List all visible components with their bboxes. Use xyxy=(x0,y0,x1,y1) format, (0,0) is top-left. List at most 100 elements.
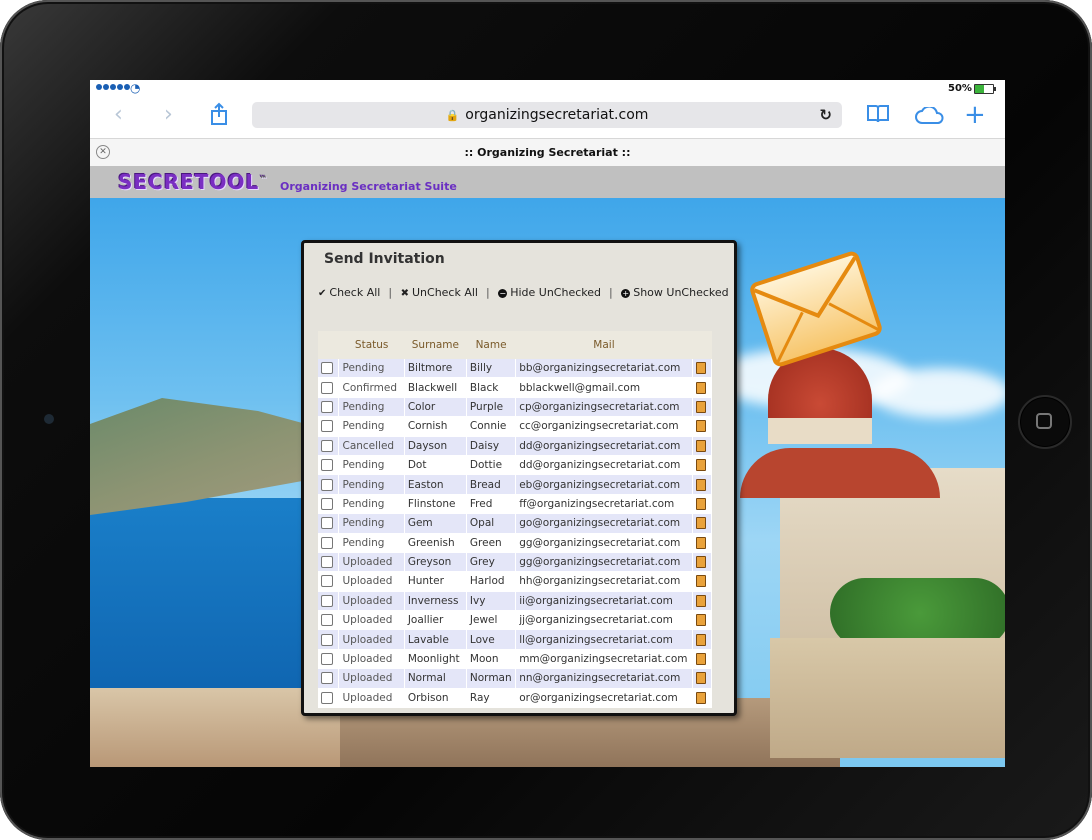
camera-icon xyxy=(44,414,54,424)
url-text: organizingsecretariat.com xyxy=(465,107,649,123)
tab-title[interactable]: :: Organizing Secretariat :: xyxy=(90,146,1005,159)
edit-icon[interactable] xyxy=(695,691,706,704)
edit-icon[interactable] xyxy=(695,478,706,491)
table-row[interactable]: Pending Dot Dottie dd@organizingsecretariat… xyxy=(318,455,712,476)
table-row[interactable]: Pending Easton Bread eb@organizingsecretari… xyxy=(318,474,712,495)
table-row[interactable]: Uploaded Greyson Grey gg@organizingsecretar… xyxy=(318,552,712,573)
row-surname: Flinstone xyxy=(404,494,467,515)
toolbar-separator: | xyxy=(485,286,490,299)
row-checkbox[interactable] xyxy=(321,672,333,685)
row-checkbox[interactable] xyxy=(321,691,333,704)
row-checkbox[interactable] xyxy=(321,478,333,491)
edit-icon[interactable] xyxy=(695,517,706,530)
cloud-icon[interactable] xyxy=(914,105,946,131)
table-row[interactable]: Uploaded Joallier Jewel jj@organizingsecret… xyxy=(318,610,712,631)
row-checkbox[interactable] xyxy=(321,556,333,569)
row-checkbox[interactable] xyxy=(321,497,333,510)
table-row[interactable]: Uploaded Inverness Ivy ii@organizingsecreta… xyxy=(318,591,712,612)
row-checkbox[interactable] xyxy=(321,400,333,413)
row-checkbox[interactable] xyxy=(321,362,333,375)
chevron-right-icon[interactable]: › xyxy=(164,102,173,127)
edit-icon[interactable] xyxy=(695,400,706,413)
row-checkbox[interactable] xyxy=(321,633,333,646)
row-checkbox[interactable] xyxy=(321,536,333,549)
row-edit-cell xyxy=(692,377,712,398)
row-status: Pending xyxy=(338,359,405,379)
edit-icon[interactable] xyxy=(695,672,706,685)
edit-icon[interactable] xyxy=(695,575,706,588)
row-edit-cell xyxy=(692,610,712,631)
table-row[interactable]: Uploaded Orbison Ray or@organizingsecretari… xyxy=(318,688,712,709)
column-surname[interactable]: Surname xyxy=(404,331,467,359)
table-row[interactable]: Pending Cornish Connie cc@organizingsecreta… xyxy=(318,416,712,437)
table-row[interactable]: Pending Flinstone Fred ff@organizingsecreta… xyxy=(318,494,712,515)
row-checkbox[interactable] xyxy=(321,594,333,607)
table-row[interactable]: Confirmed Blackwell Black bblackwell@gmail.… xyxy=(318,377,712,398)
chevron-left-icon[interactable]: ‹ xyxy=(114,102,123,127)
edit-icon[interactable] xyxy=(695,653,706,666)
column-name[interactable]: Name xyxy=(466,331,516,359)
edit-icon[interactable] xyxy=(695,614,706,627)
row-name: Purple xyxy=(466,397,517,418)
address-bar[interactable]: 🔒 organizingsecretariat.com ↻ xyxy=(252,102,842,128)
table-row[interactable]: Cancelled Dayson Daisy dd@organizingsecreta… xyxy=(318,436,712,456)
check-all-button[interactable]: ✔ Check All xyxy=(318,286,380,299)
row-checkbox[interactable] xyxy=(321,614,333,627)
hide-unchecked-button[interactable]: − Hide UnChecked xyxy=(498,286,601,299)
table-row[interactable]: Uploaded Normal Norman nn@organizingsecreta… xyxy=(318,668,712,689)
table-row[interactable]: Pending Color Purple cp@organizingsecretari… xyxy=(318,397,712,418)
home-square-icon xyxy=(1036,413,1052,429)
edit-icon[interactable] xyxy=(695,497,706,510)
row-surname: Color xyxy=(404,397,467,418)
share-icon[interactable] xyxy=(208,102,230,132)
row-status: Pending xyxy=(338,474,405,495)
table-row[interactable]: Uploaded Moonlight Moon mm@organizingsecret… xyxy=(318,649,712,670)
edit-icon[interactable] xyxy=(695,381,706,394)
column-status[interactable]: Status xyxy=(338,331,405,359)
reload-icon[interactable]: ↻ xyxy=(819,106,832,124)
plus-icon[interactable]: + xyxy=(964,100,986,130)
show-unchecked-button[interactable]: + Show UnChecked xyxy=(621,286,729,299)
row-name: Love xyxy=(466,629,517,650)
edit-icon[interactable] xyxy=(695,362,706,375)
row-status: Pending xyxy=(338,494,405,515)
column-mail[interactable]: Mail xyxy=(515,331,693,359)
row-checkbox[interactable] xyxy=(321,653,333,666)
invitation-table: Status Surname Name Mail Pending Biltmore… xyxy=(318,331,712,711)
row-edit-cell xyxy=(692,513,712,534)
edit-icon[interactable] xyxy=(695,556,706,569)
book-icon[interactable] xyxy=(866,104,890,130)
edit-icon[interactable] xyxy=(695,536,706,549)
row-checkbox[interactable] xyxy=(321,381,333,394)
uncheck-all-button[interactable]: ✖ UnCheck All xyxy=(401,286,478,299)
send-invitation-dialog: Send Invitation ✔ Check All | ✖ UnCheck All… xyxy=(301,240,737,716)
table-row[interactable]: Pending Greenish Green gg@organizingsecreta… xyxy=(318,533,712,553)
row-checkbox-cell xyxy=(318,416,340,437)
row-checkbox[interactable] xyxy=(321,575,333,588)
edit-icon[interactable] xyxy=(695,594,706,607)
row-checkbox[interactable] xyxy=(321,420,333,433)
row-status: Pending xyxy=(338,397,405,418)
logo[interactable]: SECRETOOL™ xyxy=(118,170,268,194)
x-icon: ✖ xyxy=(400,288,409,299)
table-row[interactable]: Uploaded Lavable Love ll@organizingsecretar… xyxy=(318,629,712,650)
edit-icon[interactable] xyxy=(695,420,706,433)
table-row[interactable]: Pending Gem Opal go@organizingsecretariat.c… xyxy=(318,513,712,534)
row-checkbox-cell xyxy=(318,455,340,476)
edit-icon[interactable] xyxy=(695,459,706,472)
home-button[interactable] xyxy=(1018,395,1072,449)
table-row[interactable]: Uploaded Hunter Harlod hh@organizingsecreta… xyxy=(318,571,712,592)
row-surname: Biltmore xyxy=(404,359,467,379)
row-edit-cell xyxy=(692,571,712,592)
edit-icon[interactable] xyxy=(695,633,706,646)
row-mail: mm@organizingsecretariat.com xyxy=(515,649,693,670)
row-edit-cell xyxy=(692,552,712,573)
row-surname: Joallier xyxy=(404,610,467,631)
row-name: Black xyxy=(466,377,517,398)
row-checkbox[interactable] xyxy=(321,439,333,452)
row-checkbox-cell xyxy=(318,668,340,689)
row-checkbox[interactable] xyxy=(321,517,333,530)
edit-icon[interactable] xyxy=(695,439,706,452)
table-row[interactable]: Pending Biltmore Billy bb@organizingsecreta… xyxy=(318,359,712,379)
row-checkbox[interactable] xyxy=(321,459,333,472)
